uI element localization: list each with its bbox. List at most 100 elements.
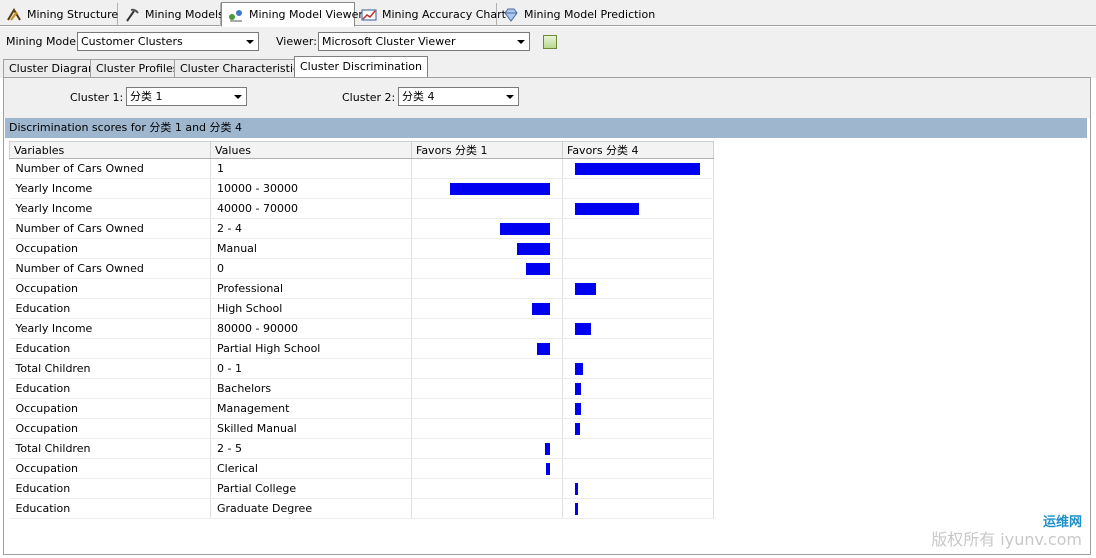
table-row[interactable]: Education Bachelors bbox=[9, 378, 714, 399]
favors-1-cell bbox=[411, 158, 563, 179]
favors-1-cell bbox=[411, 318, 563, 339]
favors-1-cell bbox=[411, 498, 563, 519]
favors-4-cell bbox=[562, 318, 714, 339]
favors-4-cell bbox=[562, 198, 714, 219]
favors-1-cell bbox=[411, 458, 563, 479]
favors-4-cell bbox=[562, 258, 714, 279]
favors-1-cell bbox=[411, 218, 563, 239]
tab-cluster-characteristics[interactable]: Cluster Characteristics bbox=[174, 59, 311, 78]
favors-1-cell bbox=[411, 438, 563, 459]
value-cell: Clerical bbox=[210, 458, 412, 479]
cluster2-label: Cluster 2: bbox=[342, 91, 396, 104]
value-cell: 40000 - 70000 bbox=[210, 198, 412, 219]
value-cell: 1 bbox=[210, 158, 412, 179]
cluster1-select[interactable]: 分类 1 bbox=[126, 87, 247, 106]
table-row[interactable]: Education Graduate Degree bbox=[9, 498, 714, 519]
column-header-variables[interactable]: Variables bbox=[9, 141, 211, 159]
viewer-label: Viewer: bbox=[276, 35, 317, 48]
viewer-select[interactable]: Microsoft Cluster Viewer bbox=[318, 32, 530, 51]
table-row[interactable]: Total Children 0 - 1 bbox=[9, 358, 714, 379]
table-row[interactable]: Number of Cars Owned 2 - 4 bbox=[9, 218, 714, 239]
mining-model-viewer-icon bbox=[228, 8, 244, 22]
score-bar bbox=[575, 503, 578, 515]
table-row[interactable]: Education High School bbox=[9, 298, 714, 319]
cluster2-select[interactable]: 分类 4 bbox=[398, 87, 519, 106]
table-row[interactable]: Yearly Income 10000 - 30000 bbox=[9, 178, 714, 199]
chevron-down-icon bbox=[241, 33, 258, 50]
table-row[interactable]: Occupation Skilled Manual bbox=[9, 418, 714, 439]
score-bar bbox=[575, 423, 580, 435]
table-row[interactable]: Yearly Income 40000 - 70000 bbox=[9, 198, 714, 219]
score-bar bbox=[450, 183, 550, 195]
table-row[interactable]: Occupation Professional bbox=[9, 278, 714, 299]
cluster-selector-bar: Cluster 1: 分类 1 Cluster 2: 分类 4 bbox=[4, 78, 1090, 118]
table-row[interactable]: Occupation Clerical bbox=[9, 458, 714, 479]
tab-mining-model-prediction[interactable]: Mining Model Prediction bbox=[497, 3, 655, 26]
table-row[interactable]: Occupation Manual bbox=[9, 238, 714, 259]
value-cell: High School bbox=[210, 298, 412, 319]
table-row[interactable]: Education Partial College bbox=[9, 478, 714, 499]
discrimination-header: Discrimination scores for 分类 1 and 分类 4 bbox=[5, 118, 1087, 138]
mining-model-label: Mining Model: bbox=[6, 35, 83, 48]
tab-cluster-profiles[interactable]: Cluster Profiles bbox=[90, 59, 185, 78]
variable-cell: Education bbox=[9, 338, 211, 359]
tab-mining-structure[interactable]: Mining Structure bbox=[0, 3, 118, 26]
favors-4-cell bbox=[562, 358, 714, 379]
favors-1-cell bbox=[411, 298, 563, 319]
prediction-icon bbox=[503, 8, 519, 22]
variable-cell: Education bbox=[9, 298, 211, 319]
accuracy-chart-icon bbox=[361, 8, 377, 22]
table-row[interactable]: Education Partial High School bbox=[9, 338, 714, 359]
variable-cell: Occupation bbox=[9, 418, 211, 439]
favors-4-cell bbox=[562, 278, 714, 299]
mining-models-icon bbox=[124, 8, 140, 22]
table-row[interactable]: Number of Cars Owned 0 bbox=[9, 258, 714, 279]
column-header-values[interactable]: Values bbox=[210, 141, 412, 159]
score-bar bbox=[575, 163, 700, 175]
score-bar bbox=[575, 383, 581, 395]
score-bar bbox=[575, 403, 581, 415]
favors-4-cell bbox=[562, 438, 714, 459]
favors-1-cell bbox=[411, 418, 563, 439]
chevron-down-icon bbox=[229, 88, 246, 105]
table-row[interactable]: Number of Cars Owned 1 bbox=[9, 158, 714, 179]
value-cell: Partial College bbox=[210, 478, 412, 499]
value-cell: 80000 - 90000 bbox=[210, 318, 412, 339]
tab-mining-models[interactable]: Mining Models bbox=[118, 3, 224, 26]
refresh-icon[interactable] bbox=[543, 35, 557, 49]
variable-cell: Education bbox=[9, 498, 211, 519]
tab-mining-model-viewer[interactable]: Mining Model Viewer bbox=[221, 2, 363, 27]
variable-cell: Number of Cars Owned bbox=[9, 158, 211, 179]
variable-cell: Occupation bbox=[9, 458, 211, 479]
favors-4-cell bbox=[562, 458, 714, 479]
variable-cell: Yearly Income bbox=[9, 198, 211, 219]
score-bar bbox=[575, 203, 639, 215]
favors-1-cell bbox=[411, 178, 563, 199]
favors-4-cell bbox=[562, 498, 714, 519]
table-row[interactable]: Occupation Management bbox=[9, 398, 714, 419]
discrimination-panel: Cluster 1: 分类 1 Cluster 2: 分类 4 Discrimi… bbox=[3, 77, 1091, 555]
column-header-favors-1[interactable]: Favors 分类 1 bbox=[411, 141, 563, 159]
value-cell: 0 bbox=[210, 258, 412, 279]
table-row[interactable]: Total Children 2 - 5 bbox=[9, 438, 714, 459]
variable-cell: Education bbox=[9, 478, 211, 499]
tab-cluster-discrimination[interactable]: Cluster Discrimination bbox=[294, 56, 428, 78]
mining-structure-icon bbox=[6, 7, 22, 22]
value-cell: 0 - 1 bbox=[210, 358, 412, 379]
favors-1-cell bbox=[411, 358, 563, 379]
favors-1-cell bbox=[411, 198, 563, 219]
favors-4-cell bbox=[562, 218, 714, 239]
column-header-favors-4[interactable]: Favors 分类 4 bbox=[562, 141, 714, 159]
value-cell: 2 - 5 bbox=[210, 438, 412, 459]
variable-cell: Occupation bbox=[9, 238, 211, 259]
variable-cell: Number of Cars Owned bbox=[9, 218, 211, 239]
table-row[interactable]: Yearly Income 80000 - 90000 bbox=[9, 318, 714, 339]
mining-model-select[interactable]: Customer Clusters bbox=[77, 32, 259, 51]
favors-4-cell bbox=[562, 178, 714, 199]
chevron-down-icon bbox=[501, 88, 518, 105]
variable-cell: Occupation bbox=[9, 278, 211, 299]
score-bar bbox=[575, 483, 578, 495]
favors-1-cell bbox=[411, 278, 563, 299]
tab-mining-accuracy-chart[interactable]: Mining Accuracy Chart bbox=[355, 3, 506, 26]
score-bar bbox=[575, 363, 583, 375]
